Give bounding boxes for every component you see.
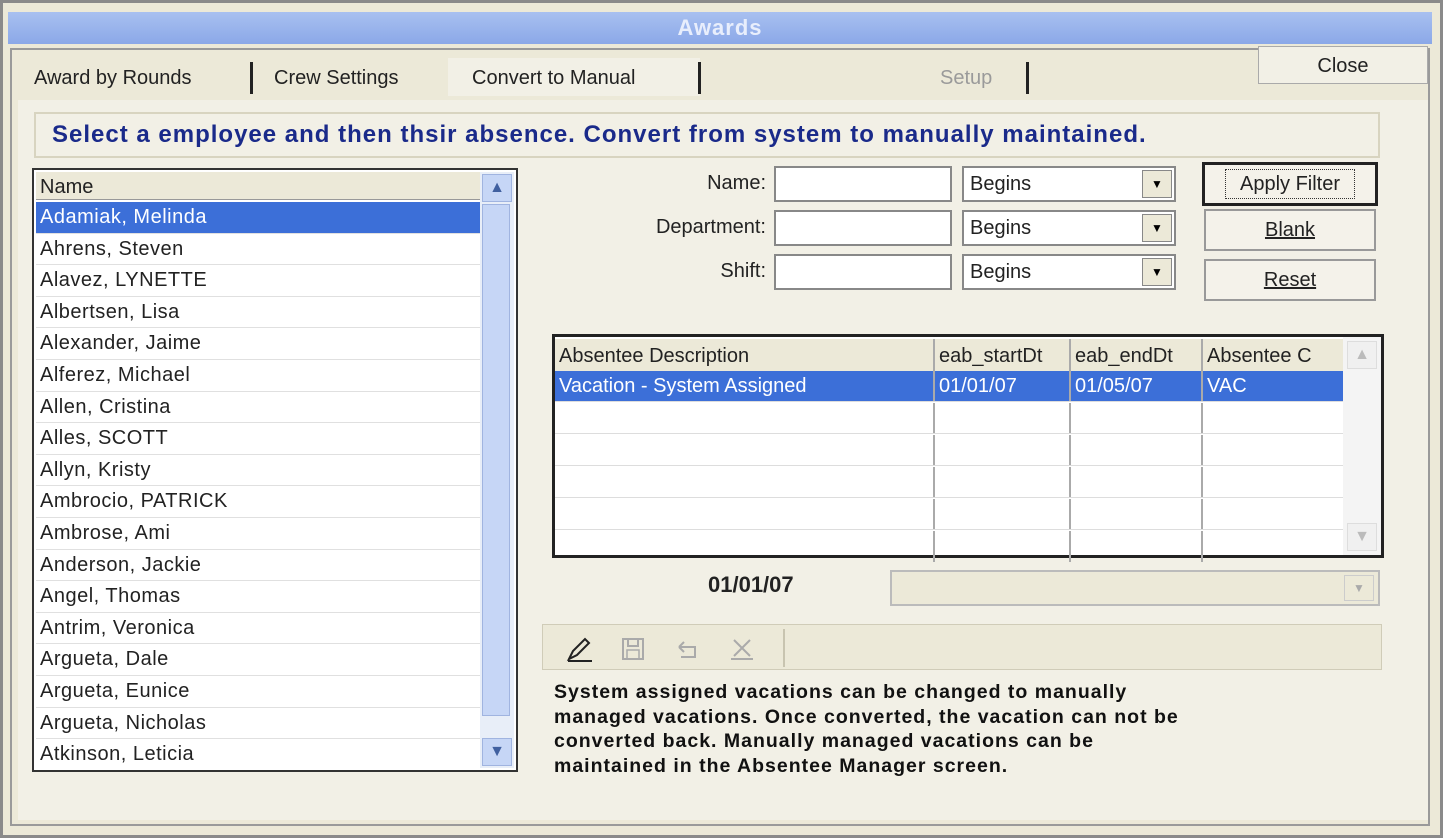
delete-icon[interactable]	[727, 633, 757, 663]
department-filter-mode-value: Begins	[970, 217, 1032, 239]
list-item[interactable]: Argueta, Nicholas	[36, 708, 480, 740]
tab-divider	[698, 62, 701, 94]
employee-list-header[interactable]: Name	[36, 172, 480, 200]
list-item[interactable]: Adamiak, Melinda	[36, 202, 480, 234]
list-item[interactable]: Atkinson, Leticia	[36, 739, 480, 770]
list-item[interactable]: Ahrens, Steven	[36, 234, 480, 266]
table-row[interactable]	[555, 499, 1343, 530]
table-row[interactable]	[555, 435, 1343, 466]
table-cell: 01/05/07	[1071, 371, 1203, 401]
absence-select[interactable]: ▼	[890, 570, 1380, 606]
tab-divider	[1026, 62, 1029, 94]
list-item[interactable]: Alavez, LYNETTE	[36, 265, 480, 297]
chevron-up-icon[interactable]: ▲	[1347, 341, 1377, 369]
name-filter-label: Name:	[707, 172, 766, 194]
table-row[interactable]	[555, 467, 1343, 498]
table-cell: Vacation - System Assigned	[555, 371, 935, 401]
employee-list-scrollbar[interactable]: ▲ ▼	[480, 172, 514, 768]
column-header-description[interactable]: Absentee Description	[555, 339, 935, 371]
column-header-absentee-code[interactable]: Absentee C	[1203, 339, 1345, 371]
shift-filter-mode-select[interactable]: Begins ▼	[962, 254, 1176, 290]
scrollbar-thumb[interactable]	[482, 204, 510, 716]
window-title: Awards	[8, 12, 1432, 44]
table-cell: VAC	[1207, 375, 1247, 397]
department-filter-label: Department:	[655, 216, 766, 238]
column-header-end-date[interactable]: eab_endDt	[1071, 339, 1203, 371]
apply-filter-button[interactable]: Apply Filter	[1202, 162, 1378, 206]
list-item[interactable]: Antrim, Veronica	[36, 613, 480, 645]
pencil-icon[interactable]	[565, 633, 595, 663]
list-item[interactable]: Allyn, Kristy	[36, 455, 480, 487]
chevron-down-icon[interactable]: ▼	[482, 738, 512, 766]
list-item[interactable]: Argueta, Dale	[36, 644, 480, 676]
shift-filter-label: Shift:	[720, 260, 766, 282]
dropdown-arrow-icon[interactable]: ▼	[1142, 258, 1172, 286]
department-filter-input[interactable]	[774, 210, 952, 246]
close-button[interactable]: Close	[1258, 46, 1428, 84]
shift-filter-mode-value: Begins	[970, 261, 1032, 283]
shift-filter-input[interactable]	[774, 254, 952, 290]
selected-date-label: 01/01/07	[708, 572, 794, 597]
list-item[interactable]: Argueta, Eunice	[36, 676, 480, 708]
undo-icon[interactable]	[673, 633, 703, 663]
tab-convert-to-manual[interactable]: Convert to Manual	[448, 58, 700, 96]
employee-list-rows: Adamiak, Melinda Ahrens, Steven Alavez, …	[36, 202, 480, 770]
table-row[interactable]	[555, 403, 1343, 434]
edit-toolbar	[542, 624, 1382, 670]
list-item[interactable]: Anderson, Jackie	[36, 550, 480, 582]
tab-divider	[250, 62, 253, 94]
list-item[interactable]: Ambrose, Ami	[36, 518, 480, 550]
absence-grid-header: Absentee Description eab_startDt eab_end…	[555, 339, 1345, 371]
list-item[interactable]: Alexander, Jaime	[36, 328, 480, 360]
dropdown-arrow-icon[interactable]: ▼	[1344, 575, 1374, 601]
save-icon[interactable]	[619, 633, 649, 663]
absence-grid[interactable]: Absentee Description eab_startDt eab_end…	[552, 334, 1384, 562]
department-filter-mode-select[interactable]: Begins ▼	[962, 210, 1176, 246]
list-item[interactable]: Allen, Cristina	[36, 392, 480, 424]
reset-button[interactable]: Reset	[1204, 259, 1376, 301]
list-item[interactable]: Alles, SCOTT	[36, 423, 480, 455]
list-item[interactable]: Ambrocio, PATRICK	[36, 486, 480, 518]
tab-award-by-rounds[interactable]: Award by Rounds	[22, 58, 204, 96]
conversion-note: System assigned vacations can be changed…	[554, 680, 1384, 778]
dropdown-arrow-icon[interactable]: ▼	[1142, 214, 1172, 242]
tab-crew-settings[interactable]: Crew Settings	[262, 58, 411, 96]
name-filter-input[interactable]	[774, 166, 952, 202]
column-header-start-date[interactable]: eab_startDt	[935, 339, 1071, 371]
table-cell: 01/01/07	[935, 371, 1071, 401]
blank-button[interactable]: Blank	[1204, 209, 1376, 251]
note-line: converted back. Manually managed vacatio…	[554, 730, 1094, 752]
list-item[interactable]: Angel, Thomas	[36, 581, 480, 613]
apply-filter-label: Apply Filter	[1224, 169, 1356, 199]
list-item[interactable]: Alferez, Michael	[36, 360, 480, 392]
name-filter-mode-value: Begins	[970, 173, 1032, 195]
blank-label: Blank	[1264, 219, 1316, 241]
name-filter-mode-select[interactable]: Begins ▼	[962, 166, 1176, 202]
note-line: maintained in the Absentee Manager scree…	[554, 754, 1009, 777]
list-item[interactable]: Albertsen, Lisa	[36, 297, 480, 329]
table-row[interactable]: Vacation - System Assigned 01/01/07 01/0…	[555, 371, 1343, 402]
employee-list[interactable]: Name Adamiak, Melinda Ahrens, Steven Ala…	[32, 168, 518, 772]
instruction-banner: Select a employee and then thsir absence…	[34, 112, 1380, 158]
absence-grid-scrollbar[interactable]: ▲ ▼	[1343, 337, 1381, 555]
note-line: System assigned vacations can be changed…	[554, 681, 1128, 703]
table-row[interactable]	[555, 531, 1343, 562]
dropdown-arrow-icon[interactable]: ▼	[1142, 170, 1172, 198]
note-line: managed vacations. Once converted, the v…	[554, 705, 1179, 728]
tab-setup[interactable]: Setup	[928, 58, 1004, 96]
chevron-down-icon[interactable]: ▼	[1347, 523, 1377, 551]
reset-label: Reset	[1263, 269, 1317, 291]
toolbar-separator	[783, 629, 785, 667]
chevron-up-icon[interactable]: ▲	[482, 174, 512, 202]
